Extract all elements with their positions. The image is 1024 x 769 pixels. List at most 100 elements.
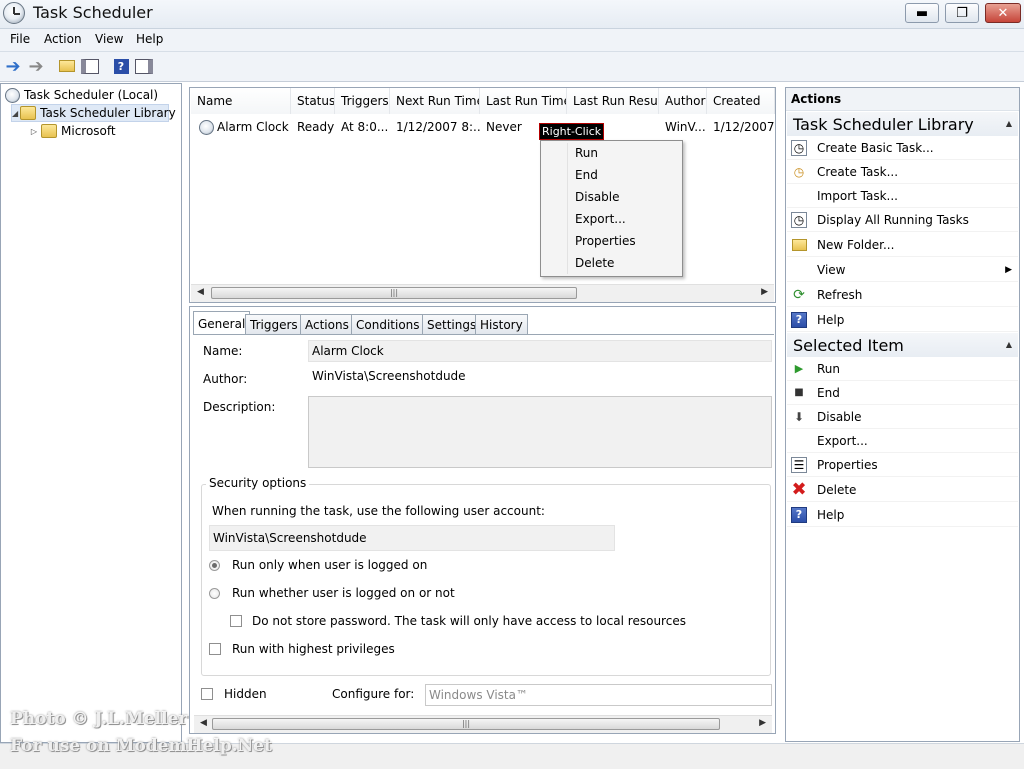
action-help-library[interactable]: ? Help <box>787 308 1018 332</box>
tab-general[interactable]: General <box>193 311 251 335</box>
tab-conditions[interactable]: Conditions <box>351 314 425 334</box>
menu-action[interactable]: Action <box>44 32 82 46</box>
tree-label-local: Task Scheduler (Local) <box>24 88 159 102</box>
task-name-cell[interactable]: Alarm Clock <box>193 117 291 137</box>
action-view[interactable]: View ▶ <box>787 258 1018 282</box>
minimize-button[interactable]: ▬ <box>905 3 939 23</box>
column-header-triggers[interactable]: Triggers <box>335 88 390 114</box>
user-account-field: WinVista\Screenshotdude <box>209 525 615 551</box>
action-end[interactable]: ■ End <box>787 381 1018 405</box>
tab-actions[interactable]: Actions <box>300 314 354 334</box>
properties-hscrollbar[interactable]: ◀ ||| ▶ <box>194 715 772 733</box>
context-menu-end[interactable]: End <box>575 168 598 182</box>
task-created: 1/12/2007 2 <box>713 120 775 134</box>
action-properties[interactable]: ☰ Properties <box>787 453 1018 477</box>
close-icon: ✕ <box>997 5 1009 21</box>
menu-bar: File Action View Help <box>0 29 1024 52</box>
tab-settings[interactable]: Settings <box>422 314 482 334</box>
action-label: End <box>817 385 840 400</box>
action-new-folder[interactable]: New Folder... <box>787 233 1018 257</box>
hidden-checkbox[interactable] <box>201 688 213 700</box>
tree-item-local[interactable]: Task Scheduler (Local) <box>5 86 158 104</box>
action-help-selected[interactable]: ? Help <box>787 503 1018 527</box>
minimize-icon: ▬ <box>915 5 929 21</box>
action-label: Properties <box>817 457 878 472</box>
task-scheduler-clock-icon <box>5 87 20 103</box>
console-tree-icon[interactable] <box>81 58 99 74</box>
up-folder-icon[interactable] <box>58 58 76 74</box>
action-export[interactable]: Export... <box>787 429 1018 453</box>
help-icon: ? <box>791 311 807 328</box>
menu-file[interactable]: File <box>10 32 30 46</box>
run-only-logged-on-radio[interactable] <box>209 560 220 571</box>
description-field[interactable] <box>308 396 772 468</box>
action-label: Help <box>817 312 845 327</box>
task-list-hscrollbar[interactable]: ◀ ||| ▶ <box>191 284 774 302</box>
close-button[interactable]: ✕ <box>985 3 1021 23</box>
action-display-running-tasks[interactable]: ◷ Display All Running Tasks <box>787 208 1018 232</box>
task-scheduler-clock-icon <box>3 2 25 24</box>
scroll-left-icon[interactable]: ◀ <box>197 287 204 297</box>
configure-for-select[interactable]: Windows Vista™ <box>425 684 772 706</box>
action-run[interactable]: ▶ Run <box>787 357 1018 381</box>
do-not-store-password-checkbox[interactable] <box>230 615 242 627</box>
scroll-right-icon[interactable]: ▶ <box>761 287 768 297</box>
run-whether-logged-on-radio[interactable] <box>209 588 220 599</box>
highest-privileges-checkbox[interactable] <box>209 643 221 655</box>
context-menu-delete[interactable]: Delete <box>575 256 614 270</box>
restore-button[interactable]: ❐ <box>945 3 979 23</box>
title-bar[interactable]: Task Scheduler ▬ ❐ ✕ <box>0 0 1024 29</box>
action-label: Display All Running Tasks <box>817 212 969 227</box>
scroll-thumb[interactable]: ||| <box>212 718 720 730</box>
context-menu-run[interactable]: Run <box>575 146 598 160</box>
submenu-arrow-icon: ▶ <box>1005 264 1012 275</box>
context-menu-disable[interactable]: Disable <box>575 190 620 204</box>
action-import-task[interactable]: Import Task... <box>787 184 1018 208</box>
collapse-arrow-icon[interactable]: ◢ <box>12 109 18 118</box>
create-basic-task-icon: ◷ <box>791 139 807 156</box>
action-pane-icon[interactable] <box>135 58 153 74</box>
action-create-task[interactable]: ◷ Create Task... <box>787 160 1018 184</box>
properties-icon: ☰ <box>791 456 807 473</box>
column-header-name[interactable]: Name <box>191 88 291 114</box>
new-folder-icon <box>791 238 807 251</box>
tree-item-microsoft[interactable]: ▷ Microsoft <box>29 122 116 140</box>
folder-icon <box>20 106 37 120</box>
column-header-status[interactable]: Status <box>291 88 335 114</box>
scroll-left-icon[interactable]: ◀ <box>200 718 207 728</box>
action-label: Export... <box>817 433 868 448</box>
column-header-next-run[interactable]: Next Run Time <box>390 88 480 114</box>
name-field[interactable]: Alarm Clock <box>308 340 772 362</box>
column-header-last-result[interactable]: Last Run Result <box>567 88 659 114</box>
context-menu-export[interactable]: Export... <box>575 212 626 226</box>
menu-help[interactable]: Help <box>136 32 163 46</box>
action-label: Disable <box>817 409 862 424</box>
action-disable[interactable]: ⬇ Disable <box>787 405 1018 429</box>
tree-item-library[interactable]: ◢ Task Scheduler Library <box>11 104 176 122</box>
context-menu-properties[interactable]: Properties <box>575 234 636 248</box>
section-header-selected-item[interactable]: Selected Item ▲ <box>787 333 1018 357</box>
action-delete[interactable]: ✖ Delete <box>787 478 1018 502</box>
column-header-author[interactable]: Author <box>659 88 707 114</box>
forward-arrow-icon[interactable]: ➔ <box>27 56 45 77</box>
refresh-icon: ⟳ <box>793 286 805 303</box>
collapse-section-icon[interactable]: ▲ <box>1006 119 1012 128</box>
action-create-basic-task[interactable]: ◷ Create Basic Task... <box>787 136 1018 160</box>
author-label: Author: <box>203 372 248 386</box>
scroll-thumb[interactable]: ||| <box>211 287 577 299</box>
task-list: Name Status Triggers Next Run Time Last … <box>189 87 776 303</box>
section-header-library[interactable]: Task Scheduler Library ▲ <box>787 112 1018 136</box>
collapse-section-icon[interactable]: ▲ <box>1006 340 1012 349</box>
action-label: Run <box>817 361 841 376</box>
expand-arrow-icon[interactable]: ▷ <box>29 127 39 136</box>
menu-view[interactable]: View <box>95 32 123 46</box>
action-refresh[interactable]: ⟳ Refresh <box>787 283 1018 307</box>
tab-triggers[interactable]: Triggers <box>245 314 303 334</box>
back-arrow-icon[interactable]: ➔ <box>4 56 22 77</box>
scroll-right-icon[interactable]: ▶ <box>759 718 766 728</box>
delete-icon: ✖ <box>791 479 807 500</box>
help-icon[interactable]: ? <box>112 58 130 74</box>
column-header-last-run[interactable]: Last Run Time <box>480 88 567 114</box>
column-header-created[interactable]: Created <box>707 88 775 114</box>
tab-history[interactable]: History <box>475 314 528 334</box>
